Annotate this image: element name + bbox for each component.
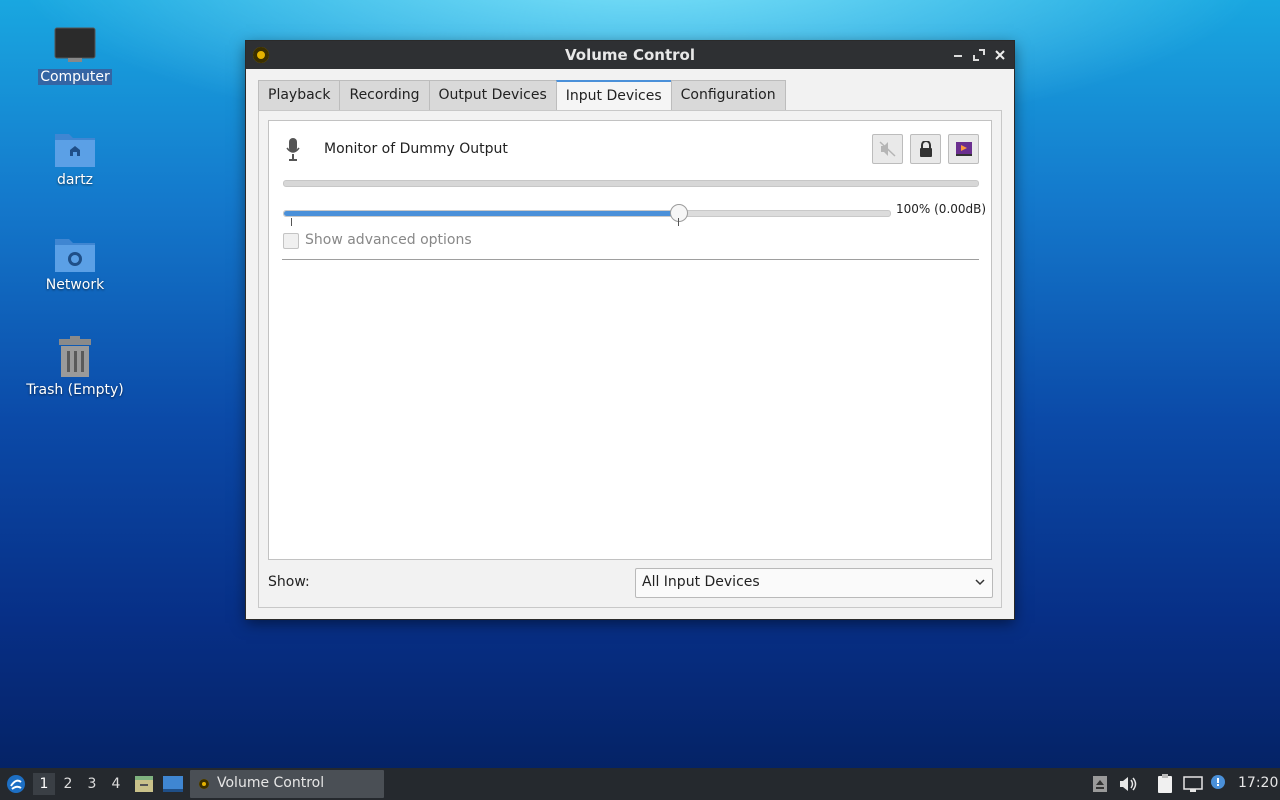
minimize-icon — [954, 55, 962, 57]
set-default-icon — [955, 142, 972, 156]
show-devices-dropdown[interactable]: All Input Devices — [635, 568, 993, 598]
tab-playback[interactable]: Playback — [258, 80, 341, 110]
tab-recording[interactable]: Recording — [339, 80, 430, 110]
volume-slider[interactable] — [283, 204, 891, 226]
tab-bar: Playback Recording Output Devices Input … — [258, 80, 786, 112]
desktop-icon-label: Trash (Empty) — [26, 382, 124, 398]
separator — [282, 259, 979, 260]
eject-button[interactable] — [1090, 768, 1110, 800]
volume-slider-fill — [284, 211, 678, 216]
desktop-icon-trash[interactable]: Trash (Empty) — [15, 330, 135, 398]
show-devices-value: All Input Devices — [642, 574, 760, 590]
lock-channels-button[interactable] — [910, 134, 941, 164]
desktop-icon — [163, 776, 183, 792]
chevron-down-icon — [975, 579, 985, 586]
taskbar-task-volume-control[interactable]: Volume Control — [190, 770, 384, 798]
desktop-icon-label: Network — [45, 277, 105, 293]
desktop-icon-network[interactable]: Network — [15, 225, 135, 293]
advanced-options-label: Show advanced options — [305, 232, 472, 248]
window-titlebar[interactable]: Volume Control — [246, 41, 1014, 69]
file-manager-icon — [135, 776, 153, 792]
set-default-button[interactable] — [948, 134, 979, 164]
slider-tick-100 — [678, 218, 679, 226]
peak-level-meter — [283, 180, 979, 187]
window-title: Volume Control — [565, 46, 695, 64]
lock-icon — [919, 141, 932, 157]
desktop-icon-label: Computer — [38, 69, 112, 85]
file-manager-launcher[interactable] — [133, 768, 155, 800]
device-name: Monitor of Dummy Output — [324, 141, 508, 157]
desktop-icon-home-folder[interactable]: dartz — [15, 120, 135, 188]
maximize-icon — [973, 49, 985, 61]
clock[interactable]: 17:20 — [1238, 775, 1278, 791]
volume-slider-handle[interactable] — [670, 204, 688, 222]
taskbar: 1 2 3 4 Volume Control 17:20 — [0, 768, 1280, 800]
show-label: Show: — [268, 574, 310, 590]
clipboard-tray-button[interactable] — [1155, 768, 1175, 800]
microphone-icon — [286, 138, 300, 161]
desktop-icon-computer[interactable]: Computer — [15, 17, 135, 85]
start-menu-button[interactable] — [4, 768, 28, 800]
pavucontrol-task-icon — [199, 779, 209, 789]
tab-configuration[interactable]: Configuration — [670, 80, 786, 110]
device-list-panel: Monitor of Dummy Output 100% (0.00dB) Sh… — [268, 120, 992, 560]
tab-input-devices[interactable]: Input Devices — [555, 80, 672, 112]
mute-speaker-icon — [878, 141, 896, 157]
tab-output-devices[interactable]: Output Devices — [428, 80, 557, 110]
home-folder-icon — [15, 120, 135, 168]
notification-icon — [1211, 775, 1225, 789]
volume-control-window: Volume Control Playback Recording Output… — [246, 41, 1014, 619]
speaker-icon — [1120, 777, 1137, 791]
volume-value-label: 100% (0.00dB) — [896, 202, 987, 216]
close-icon — [995, 50, 1005, 60]
show-desktop-button[interactable] — [161, 768, 185, 800]
notification-tray-button[interactable] — [1208, 768, 1228, 800]
task-label: Volume Control — [217, 775, 325, 791]
advanced-options-checkbox[interactable] — [283, 233, 299, 249]
tab-content: Monitor of Dummy Output 100% (0.00dB) Sh… — [258, 110, 1002, 608]
mute-button[interactable] — [872, 134, 903, 164]
slider-tick-base — [291, 218, 292, 226]
network-tray-button[interactable] — [1182, 768, 1204, 800]
workspace-4[interactable]: 4 — [105, 773, 127, 795]
desktop-icon-label: dartz — [56, 172, 94, 188]
computer-icon — [15, 17, 135, 65]
minimize-button[interactable] — [949, 45, 967, 65]
network-wired-icon — [1183, 776, 1203, 792]
workspace-3[interactable]: 3 — [81, 773, 103, 795]
maximize-button[interactable] — [970, 45, 988, 65]
workspace-2[interactable]: 2 — [57, 773, 79, 795]
workspace-1[interactable]: 1 — [33, 773, 55, 795]
close-button[interactable] — [991, 45, 1009, 65]
lubuntu-logo-icon — [7, 775, 25, 793]
clipboard-icon — [1158, 774, 1172, 793]
network-folder-icon — [15, 225, 135, 273]
volume-tray-button[interactable] — [1117, 768, 1139, 800]
eject-icon — [1093, 776, 1107, 792]
trash-icon — [15, 330, 135, 378]
